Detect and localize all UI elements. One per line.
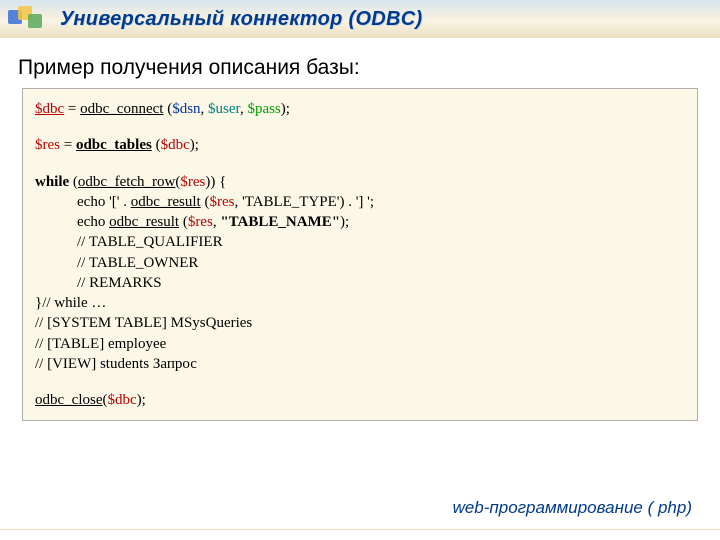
code-line-11: // [TABLE] employee — [35, 334, 685, 354]
code-line-6: // TABLE_QUALIFIER — [35, 232, 685, 252]
footer-divider — [0, 529, 720, 530]
code-line-3: while (odbc_fetch_row($res)) { — [35, 172, 685, 192]
page-title: Универсальный коннектор (ODBC) — [60, 8, 423, 31]
code-line-5: echo odbc_result ($res, "TABLE_NAME"); — [35, 212, 685, 232]
code-box: $dbc = odbc_connect ($dsn, $user, $pass)… — [22, 88, 698, 421]
code-line-8: // REMARKS — [35, 273, 685, 293]
slide: Универсальный коннектор (ODBC) Пример по… — [0, 0, 720, 540]
code-line-4: echo '[' . odbc_result ($res, 'TABLE_TYP… — [35, 192, 685, 212]
code-line-13: odbc_close($dbc); — [35, 390, 685, 410]
logo-icon — [6, 4, 48, 34]
subtitle: Пример получения описания базы: — [18, 56, 360, 80]
code-line-7: // TABLE_OWNER — [35, 253, 685, 273]
code-line-12: // [VIEW] students Запрос — [35, 354, 685, 374]
code-line-9: }// while … — [35, 293, 685, 313]
header-bar: Универсальный коннектор (ODBC) — [0, 0, 720, 40]
footer-text: web-программирование ( php) — [453, 498, 692, 518]
code-line-1: $dbc = odbc_connect ($dsn, $user, $pass)… — [35, 99, 685, 119]
code-line-2: $res = odbc_tables ($dbc); — [35, 135, 685, 155]
code-line-10: // [SYSTEM TABLE] MSysQueries — [35, 313, 685, 333]
